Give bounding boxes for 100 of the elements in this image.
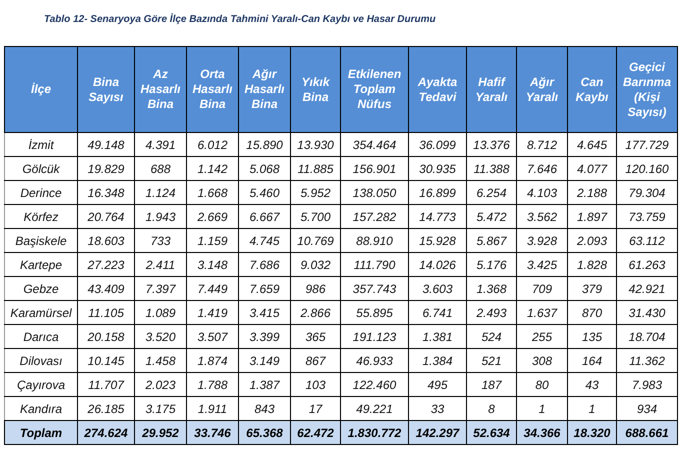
- table-cell: 13.376: [466, 132, 516, 156]
- table-cell: 1.943: [134, 204, 186, 228]
- total-cell: 33.746: [186, 420, 238, 444]
- total-cell: 142.297: [408, 420, 466, 444]
- table-cell: 1.124: [134, 180, 186, 204]
- table-cell: 1: [516, 396, 568, 420]
- table-cell: 157.282: [340, 204, 408, 228]
- table-cell: Dilovası: [4, 348, 78, 372]
- table-cell: 3.175: [134, 396, 186, 420]
- table-cell: 357.743: [340, 276, 408, 300]
- table-cell: 10.769: [290, 228, 340, 252]
- table-cell: 111.790: [340, 252, 408, 276]
- table-cell: 3.603: [408, 276, 466, 300]
- table-cell: 733: [134, 228, 186, 252]
- table-cell: 4.077: [568, 156, 616, 180]
- total-cell: 29.952: [134, 420, 186, 444]
- table-cell: 120.160: [616, 156, 678, 180]
- table-cell: 986: [290, 276, 340, 300]
- table-cell: 11.362: [616, 348, 678, 372]
- table-cell: 63.112: [616, 228, 678, 252]
- table-cell: 1.142: [186, 156, 238, 180]
- column-header: Geçici Barınma (Kişi Sayısı): [616, 46, 678, 132]
- table-cell: Kartepe: [4, 252, 78, 276]
- table-cell: 3.520: [134, 324, 186, 348]
- table-cell: 13.930: [290, 132, 340, 156]
- table-cell: 2.188: [568, 180, 616, 204]
- table-cell: 255: [516, 324, 568, 348]
- table-cell: 26.185: [78, 396, 134, 420]
- table-cell: 1.911: [186, 396, 238, 420]
- table-cell: 55.895: [340, 300, 408, 324]
- table-cell: 177.729: [616, 132, 678, 156]
- table-cell: 2.866: [290, 300, 340, 324]
- table-cell: 122.460: [340, 372, 408, 396]
- table-cell: 1.458: [134, 348, 186, 372]
- table-cell: 4.103: [516, 180, 568, 204]
- table-cell: Körfez: [4, 204, 78, 228]
- table-cell: 11.885: [290, 156, 340, 180]
- total-cell: 62.472: [290, 420, 340, 444]
- table-cell: 379: [568, 276, 616, 300]
- table-cell: 80: [516, 372, 568, 396]
- table-cell: 1.387: [238, 372, 290, 396]
- table-cell: 30.935: [408, 156, 466, 180]
- table-cell: 36.099: [408, 132, 466, 156]
- total-cell: 52.634: [466, 420, 516, 444]
- table-cell: 27.223: [78, 252, 134, 276]
- table-cell: 43: [568, 372, 616, 396]
- table-cell: 1.828: [568, 252, 616, 276]
- table-cell: 934: [616, 396, 678, 420]
- table-cell: 191.123: [340, 324, 408, 348]
- column-header: İlçe: [4, 46, 78, 132]
- table-cell: 2.023: [134, 372, 186, 396]
- table-cell: Kandıra: [4, 396, 78, 420]
- table-cell: 9.032: [290, 252, 340, 276]
- table-cell: 61.263: [616, 252, 678, 276]
- table-cell: 5.460: [238, 180, 290, 204]
- table-cell: 5.068: [238, 156, 290, 180]
- table-cell: 18.603: [78, 228, 134, 252]
- column-header: Ağır Hasarlı Bina: [238, 46, 290, 132]
- table-cell: İzmit: [4, 132, 78, 156]
- table-cell: 1.381: [408, 324, 466, 348]
- table-cell: 11.388: [466, 156, 516, 180]
- table-cell: 31.430: [616, 300, 678, 324]
- table-cell: 7.983: [616, 372, 678, 396]
- table-cell: 1.384: [408, 348, 466, 372]
- table-cell: 3.425: [516, 252, 568, 276]
- column-header: Ağır Yaralı: [516, 46, 568, 132]
- table-cell: 1.788: [186, 372, 238, 396]
- table-cell: 5.472: [466, 204, 516, 228]
- column-header: Can Kaybı: [568, 46, 616, 132]
- column-header: Ayakta Tedavi: [408, 46, 466, 132]
- column-header: Az Hasarlı Bina: [134, 46, 186, 132]
- table-cell: 11.105: [78, 300, 134, 324]
- table-cell: 15.890: [238, 132, 290, 156]
- table-cell: 6.667: [238, 204, 290, 228]
- total-cell: 688.661: [616, 420, 678, 444]
- table-cell: 14.026: [408, 252, 466, 276]
- table-cell: 524: [466, 324, 516, 348]
- table-cell: 1: [568, 396, 616, 420]
- table-cell: 365: [290, 324, 340, 348]
- table-cell: 138.050: [340, 180, 408, 204]
- table-cell: 187: [466, 372, 516, 396]
- table-cell: 3.562: [516, 204, 568, 228]
- table-cell: 6.741: [408, 300, 466, 324]
- table-cell: 709: [516, 276, 568, 300]
- table-cell: 3.507: [186, 324, 238, 348]
- table-cell: 870: [568, 300, 616, 324]
- table-cell: 3.149: [238, 348, 290, 372]
- table-cell: 308: [516, 348, 568, 372]
- table-cell: 6.012: [186, 132, 238, 156]
- table-cell: 6.254: [466, 180, 516, 204]
- table-cell: 3.399: [238, 324, 290, 348]
- total-cell: 18.320: [568, 420, 616, 444]
- table-cell: 103: [290, 372, 340, 396]
- table-cell: 49.221: [340, 396, 408, 420]
- table-cell: 20.764: [78, 204, 134, 228]
- table-cell: 1.668: [186, 180, 238, 204]
- table-cell: 2.411: [134, 252, 186, 276]
- table-cell: 7.449: [186, 276, 238, 300]
- table-cell: 33: [408, 396, 466, 420]
- table-cell: 7.686: [238, 252, 290, 276]
